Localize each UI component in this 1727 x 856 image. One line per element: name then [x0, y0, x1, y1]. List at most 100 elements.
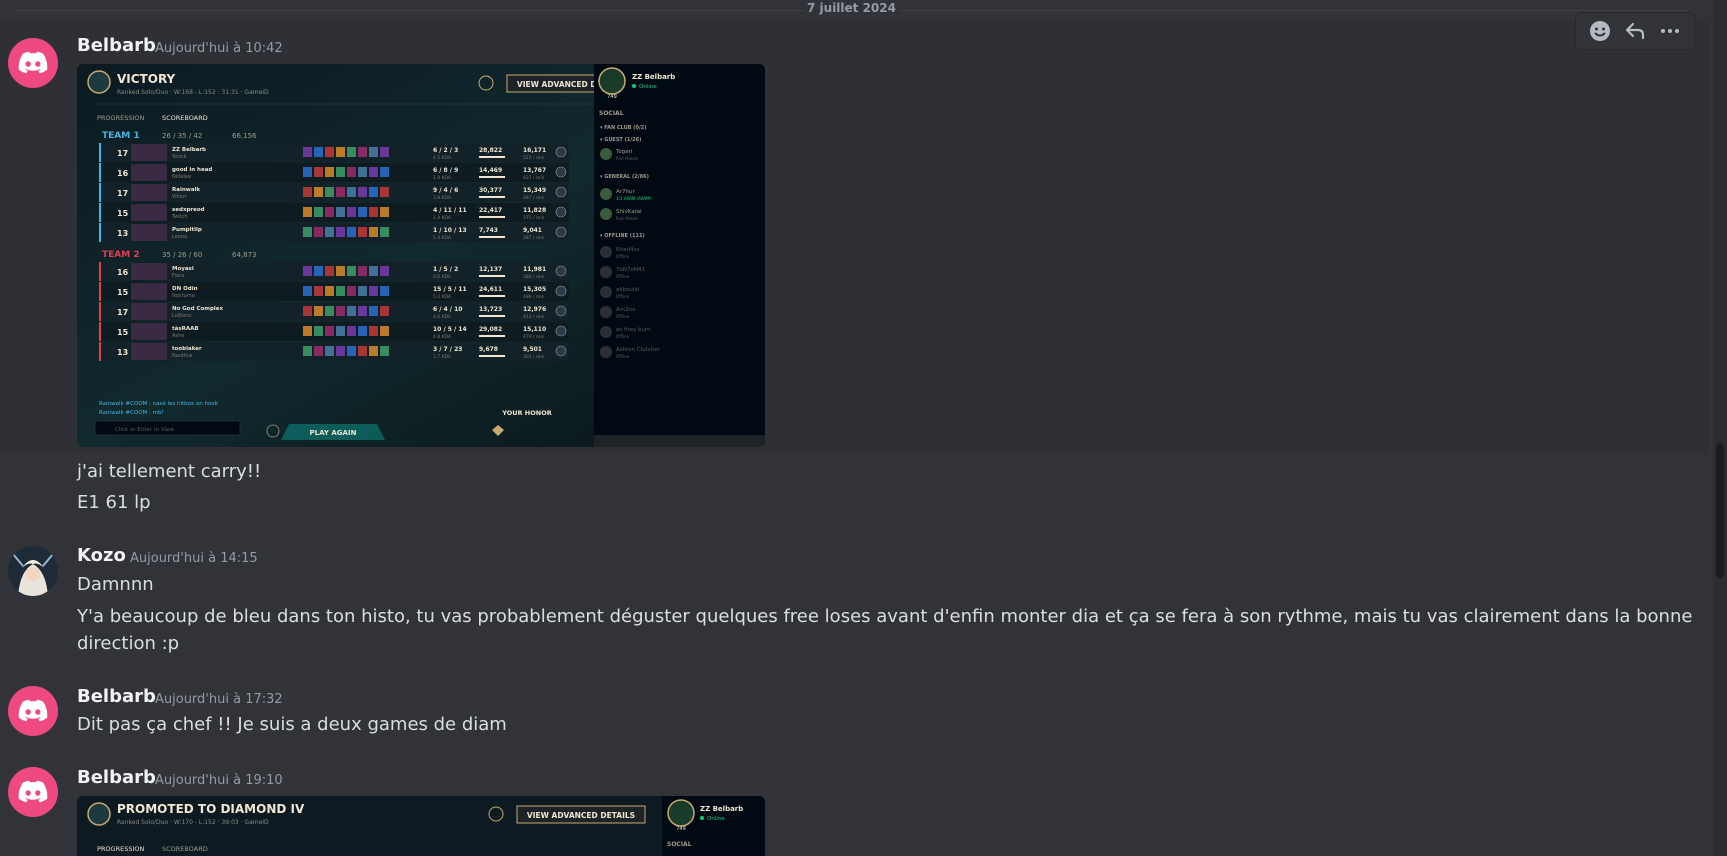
tab-scoreboard[interactable]: SCOREBOARD	[162, 845, 208, 853]
player-kda: 9 / 4 / 6	[433, 187, 458, 194]
message-line: j'ai tellement carry!!	[77, 461, 262, 482]
item-slot	[347, 306, 356, 316]
team-color-bar	[99, 203, 101, 222]
item-slot	[380, 207, 389, 217]
profile-icon[interactable]	[598, 67, 626, 95]
team-color-bar	[99, 143, 101, 162]
item-slot	[358, 147, 367, 157]
item-slot	[314, 266, 323, 276]
player-damage: 13,723	[479, 306, 502, 313]
item-slot	[325, 147, 334, 157]
team-color-bar	[99, 322, 101, 341]
item-slot	[314, 187, 323, 197]
message-line: direction :p	[77, 633, 180, 654]
player-level: 17	[117, 149, 128, 158]
chat-line: Rainwalk #COOM : nasé les hitbox on hook	[99, 400, 219, 407]
avatar[interactable]	[8, 546, 58, 596]
player-damage: 28,822	[479, 147, 502, 154]
player-damage: 12,137	[479, 266, 502, 273]
player-damage: 24,611	[479, 286, 502, 293]
player-kda-ratio: 4.0 KDA	[433, 314, 452, 320]
tab-progression[interactable]: PROGRESSION	[97, 114, 144, 122]
item-slot	[314, 346, 323, 356]
add-reaction-icon[interactable]	[1585, 16, 1615, 46]
friend-name: ShivKatal	[616, 209, 642, 215]
tab-scoreboard[interactable]: SCOREBOARD	[162, 114, 208, 122]
rune-icon	[555, 345, 567, 357]
message-timestamp: Aujourd'hui à 17:32	[155, 692, 283, 707]
team-color-bar	[99, 282, 101, 301]
message-timestamp: Aujourd'hui à 14:15	[130, 551, 258, 566]
item-slot	[369, 187, 378, 197]
player-damage: 14,469	[479, 167, 502, 174]
player-kda-ratio: 5.2 KDA	[433, 294, 452, 300]
player-kda-ratio: 1.4 KDA	[433, 215, 452, 221]
message-timestamp: Aujourd'hui à 10:42	[155, 41, 283, 56]
item-slot	[347, 187, 356, 197]
item-slot	[314, 147, 323, 157]
avatar[interactable]	[8, 686, 58, 736]
item-slot	[380, 326, 389, 336]
message-line: E1 61 lp	[77, 492, 151, 513]
team2-label: TEAM 2	[102, 250, 140, 260]
avatar[interactable]	[8, 38, 58, 88]
champion-name: Viktor	[172, 194, 188, 200]
item-slot	[380, 187, 389, 197]
player-kda: 6 / 4 / 10	[433, 306, 462, 313]
rune-icon	[555, 265, 567, 277]
item-slot	[347, 286, 356, 296]
item-slot	[303, 207, 312, 217]
profile-icon[interactable]	[667, 799, 695, 827]
friend-avatar	[600, 266, 612, 278]
profile-level: 749	[676, 826, 686, 832]
item-slot	[380, 227, 389, 237]
item-slot	[325, 167, 334, 177]
message-author[interactable]: Belbarb	[77, 35, 156, 56]
team-color-bar	[99, 262, 101, 281]
item-slot	[325, 306, 334, 316]
friend-group-header: ▾ FAN CLUB (0/2)	[600, 125, 647, 131]
player-level: 17	[117, 308, 128, 317]
player-damage: 30,377	[479, 187, 502, 194]
friend-name: as they burn	[616, 327, 651, 333]
friend-avatar	[600, 326, 612, 338]
tab-progression[interactable]: PROGRESSION	[97, 845, 144, 853]
player-name: good in head	[172, 167, 212, 173]
scoreboard-image: VICTORY Ranked Solo/Duo · W:168 - L:152 …	[77, 64, 765, 447]
item-slot	[369, 167, 378, 177]
item-slot	[358, 207, 367, 217]
more-icon[interactable]	[1655, 16, 1685, 46]
player-level: 15	[117, 288, 129, 297]
item-slot	[358, 326, 367, 336]
game-screenshot-promoted[interactable]: PROMOTED TO DIAMOND IV Ranked Solo/Duo ·…	[77, 796, 765, 856]
message-author[interactable]: Kozo	[77, 545, 126, 566]
message-author[interactable]: Belbarb	[77, 767, 156, 788]
game-screenshot-victory[interactable]: VICTORY Ranked Solo/Duo · W:168 - L:152 …	[77, 64, 765, 447]
message-author[interactable]: Belbarb	[77, 686, 156, 707]
reply-icon[interactable]	[1620, 16, 1650, 46]
player-kda-ratio: 4.5 KDA	[433, 155, 452, 161]
item-slot	[336, 326, 345, 336]
item-slot	[336, 167, 345, 177]
scrollbar-track[interactable]	[1713, 0, 1727, 856]
item-slot	[336, 207, 345, 217]
champion-portrait	[131, 184, 167, 201]
team2-gold: 64,873	[232, 251, 257, 259]
discord-logo-icon	[18, 51, 48, 74]
item-slot	[325, 207, 334, 217]
item-slot	[303, 147, 312, 157]
friend-status: Riot Mobile	[616, 216, 639, 221]
item-slot	[380, 167, 389, 177]
friend-avatar	[600, 148, 612, 160]
champion-portrait	[131, 283, 167, 300]
champion-name: Nocturne	[172, 293, 195, 299]
player-level: 13	[117, 348, 128, 357]
avatar[interactable]	[8, 767, 58, 817]
item-slot	[369, 286, 378, 296]
game-title: PROMOTED TO DIAMOND IV	[117, 802, 305, 816]
player-gold-per-min: 486 / min	[523, 294, 545, 300]
friend-avatar	[600, 208, 612, 220]
scrollbar-thumb[interactable]	[1716, 443, 1724, 578]
rank-emblem-icon	[87, 70, 111, 94]
item-slot	[314, 286, 323, 296]
